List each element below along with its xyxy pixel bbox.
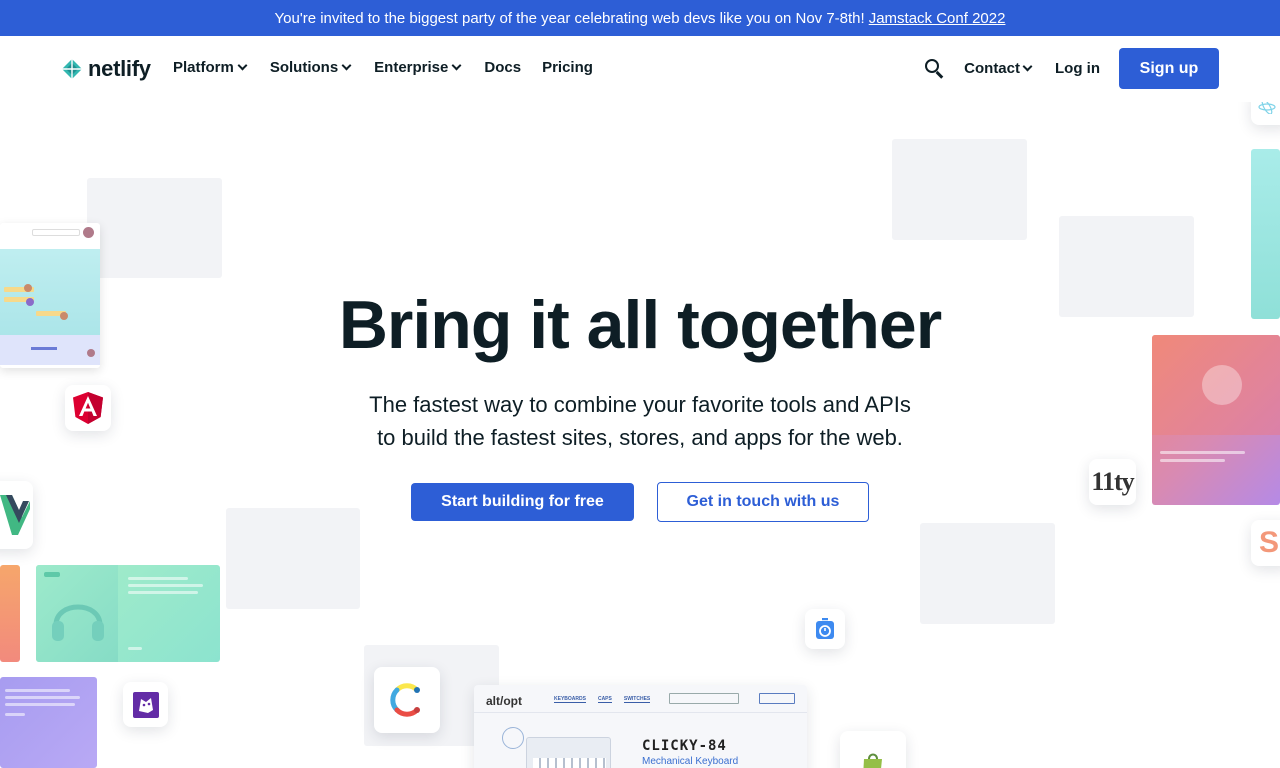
netlify-logo[interactable]: netlify xyxy=(61,56,151,82)
shopify-logo-tile xyxy=(840,731,906,768)
store-link: KEYBOARDS xyxy=(554,696,586,703)
hero-subtitle-line: to build the fastest sites, stores, and … xyxy=(377,425,903,450)
datadog-logo-tile xyxy=(123,682,168,727)
vue-logo-tile xyxy=(0,481,33,549)
get-in-touch-button[interactable]: Get in touch with us xyxy=(657,482,869,522)
logo-text: netlify xyxy=(88,56,151,81)
hero-subtitle: The fastest way to combine your favorite… xyxy=(0,388,1280,454)
contact-label: Contact xyxy=(964,60,1020,77)
keyboard-image xyxy=(526,737,611,768)
nav-item-label: Solutions xyxy=(269,59,339,76)
eleventy-logo-tile: 11ty xyxy=(1089,459,1136,505)
nav-item-platform[interactable]: Platform xyxy=(173,59,249,76)
announcement-bar: You're invited to the biggest party of t… xyxy=(0,0,1280,36)
contact-menu[interactable]: Contact xyxy=(964,60,1034,77)
nav-item-label: Platform xyxy=(173,59,234,76)
badge-icon xyxy=(502,727,524,749)
store-preview-card: alt/opt KEYBOARDS CAPS SWITCHES CLICKY-8… xyxy=(474,685,807,768)
headphones-product-card xyxy=(36,565,220,662)
nav-actions: Contact Log in Sign up xyxy=(923,48,1219,89)
contentful-logo-tile xyxy=(374,667,440,733)
nav-item-label: Pricing xyxy=(542,59,593,76)
announcement-link[interactable]: Jamstack Conf 2022 xyxy=(869,10,1006,27)
headphones-icon xyxy=(52,604,104,641)
store-links: KEYBOARDS CAPS SWITCHES xyxy=(554,696,651,703)
s-logo-icon: S xyxy=(1258,526,1279,559)
purple-product-card xyxy=(0,677,97,768)
hero-subtitle-line: The fastest way to combine your favorite… xyxy=(369,392,911,417)
store-product-subtitle: Mechanical Keyboard xyxy=(642,756,739,767)
search-icon[interactable] xyxy=(923,57,947,81)
top-nav: netlify Platform Solutions Enterprise Do… xyxy=(0,36,1280,102)
nav-item-label: Docs xyxy=(484,59,522,76)
store-search-box xyxy=(669,693,739,704)
nav-item-solutions[interactable]: Solutions xyxy=(270,59,353,76)
netlify-logo-icon xyxy=(62,59,82,79)
nav-links: Platform Solutions Enterprise Docs Prici… xyxy=(173,59,593,76)
store-link: SWITCHES xyxy=(623,696,651,703)
placeholder-box xyxy=(87,178,222,278)
store-link: CAPS xyxy=(597,696,612,703)
nav-item-docs[interactable]: Docs xyxy=(484,59,521,76)
nav-item-enterprise[interactable]: Enterprise xyxy=(374,59,463,76)
nav-item-label: Enterprise xyxy=(374,59,449,76)
timer-logo-tile xyxy=(805,609,845,649)
placeholder-box xyxy=(892,139,1027,240)
store-brand: alt/opt xyxy=(486,694,522,708)
placeholder-box xyxy=(226,508,360,609)
logo-tile-right-edge: S xyxy=(1251,520,1280,566)
stopwatch-icon xyxy=(816,618,834,639)
shopify-bag-icon xyxy=(863,753,882,768)
signup-button[interactable]: Sign up xyxy=(1119,48,1219,89)
contentful-icon xyxy=(390,683,420,717)
store-product-title: CLICKY-84 xyxy=(642,738,727,754)
eleventy-label: 11ty xyxy=(1091,467,1134,496)
chevron-down-icon xyxy=(237,60,248,71)
placeholder-box xyxy=(920,523,1055,624)
start-building-button[interactable]: Start building for free xyxy=(411,483,634,521)
login-link[interactable]: Log in xyxy=(1055,60,1100,77)
chevron-down-icon xyxy=(1022,61,1033,72)
chevron-down-icon xyxy=(451,60,462,71)
vue-icon xyxy=(0,495,30,535)
nav-item-pricing[interactable]: Pricing xyxy=(542,59,593,76)
hero-title: Bring it all together xyxy=(338,287,942,363)
store-cart-button xyxy=(759,693,795,704)
datadog-icon xyxy=(132,691,159,718)
announcement-text: You're invited to the biggest party of t… xyxy=(274,9,865,27)
chevron-down-icon xyxy=(341,60,352,71)
product-card-edge xyxy=(0,565,20,662)
